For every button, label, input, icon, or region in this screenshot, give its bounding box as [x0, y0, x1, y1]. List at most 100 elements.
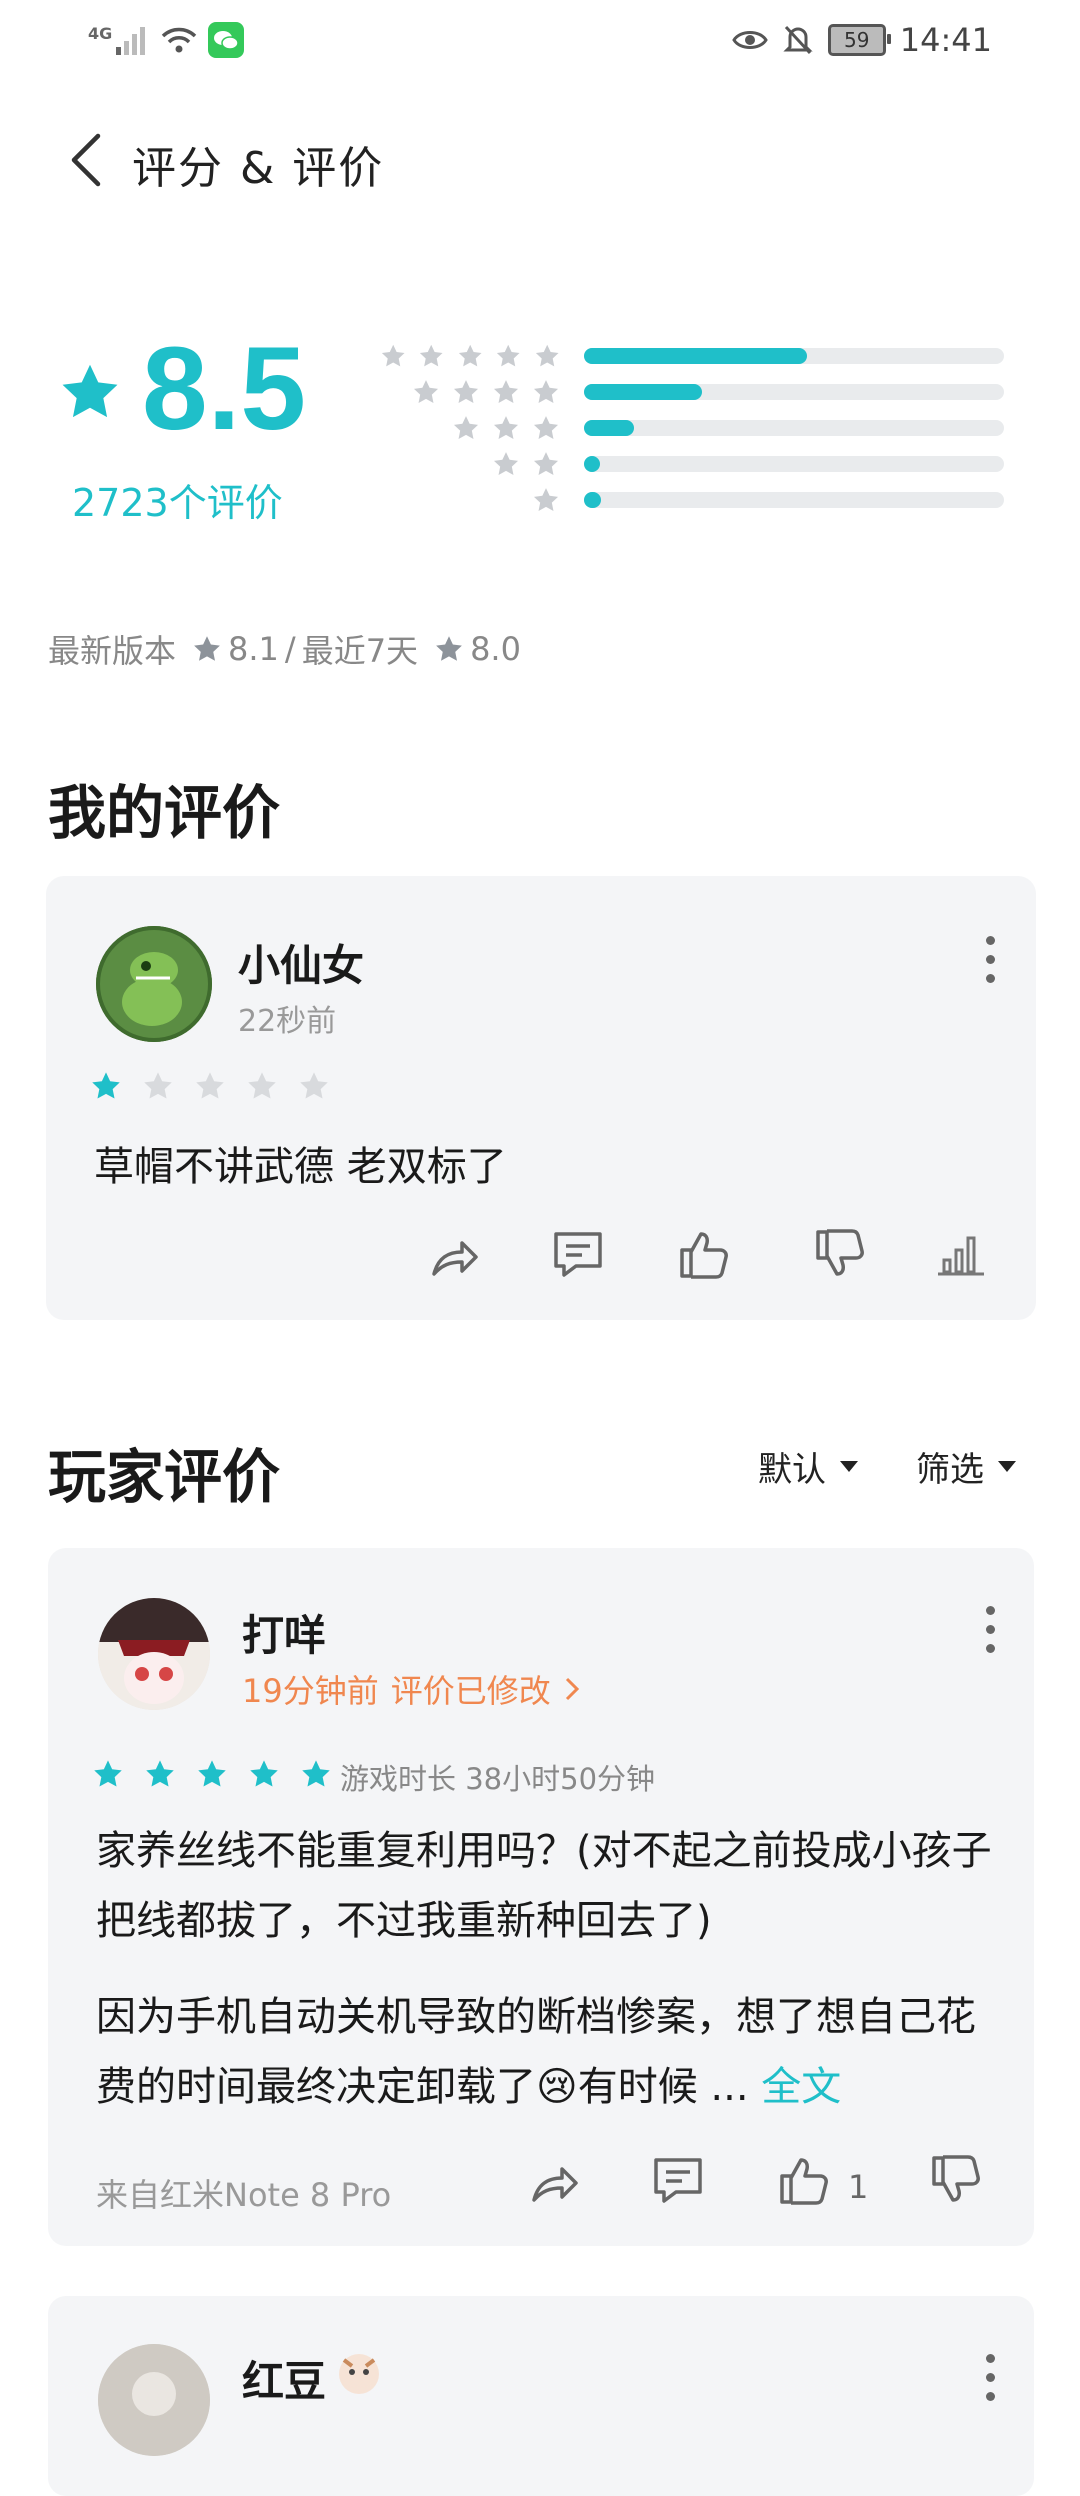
star-icon	[144, 1758, 176, 1790]
status-right: 59 14:41	[732, 18, 992, 62]
sort-dropdown[interactable]: 默认	[758, 1442, 858, 1491]
wechat-icon	[208, 22, 245, 58]
share-icon[interactable]	[526, 2154, 582, 2214]
row-stars	[380, 414, 560, 442]
my-review-card: 小仙女 22秒前 草帽不讲武德 老双标了	[46, 876, 1036, 1320]
thumbs-up-icon[interactable]	[776, 2152, 832, 2212]
status-bar: 4G 59 14:41	[0, 0, 1080, 80]
star-icon	[452, 378, 480, 406]
like-count: 1	[848, 2168, 869, 2206]
my-review-heading: 我的评价	[48, 779, 281, 847]
separator: /	[284, 630, 296, 668]
mute-bell-icon	[783, 25, 813, 55]
distribution-row	[380, 380, 1004, 404]
recent-label: 最近7天	[301, 632, 419, 670]
star-icon	[532, 378, 560, 406]
star-icon	[246, 1070, 278, 1102]
star-icon	[532, 450, 560, 478]
latest-version-label: 最新版本	[48, 632, 177, 670]
edited-label: 评价已修改	[390, 1672, 551, 1710]
playtime: 游戏时长 38小时50分钟	[340, 1762, 656, 1796]
overall-score: 8.5	[142, 323, 307, 455]
review-card: 打咩 19分钟前 评价已修改 游戏时长 38小时50分钟 家养丝线不能重复利用吗…	[48, 1548, 1034, 2246]
star-icon	[412, 378, 440, 406]
distribution-bar-track	[584, 384, 1004, 400]
comment-icon[interactable]	[650, 2152, 706, 2212]
star-icon	[142, 1070, 174, 1102]
star-icon	[90, 1070, 122, 1102]
avatar-image	[98, 2344, 210, 2456]
network-type: 4G	[88, 23, 113, 43]
more-vertical-icon[interactable]	[970, 924, 1010, 994]
avatar[interactable]	[98, 1598, 210, 1710]
star-icon	[495, 342, 521, 370]
reviewer-name: 小仙女	[238, 941, 365, 990]
star-icon	[418, 342, 444, 370]
review-count: 2723个评价	[72, 481, 283, 525]
star-icon	[492, 450, 520, 478]
filter-label: 筛选	[916, 1450, 984, 1490]
distribution-bar-fill	[584, 492, 601, 508]
bar-chart-icon[interactable]	[934, 1226, 990, 1286]
rating-distribution	[380, 344, 1004, 512]
review-paragraph-2: 因为手机自动关机导致的断档惨案，想了想自己花费的时间最终决定卸载了😢有时候 ..…	[96, 1982, 996, 2122]
thumbs-down-icon[interactable]	[928, 2152, 984, 2212]
reviewer-name: 打咩	[242, 1611, 327, 1660]
avatar[interactable]	[96, 926, 212, 1042]
caret-down-icon	[840, 1461, 858, 1472]
distribution-bar-fill	[584, 384, 702, 400]
star-icon	[492, 378, 520, 406]
star-icon	[58, 360, 122, 424]
star-icon	[196, 1758, 228, 1790]
version-ratings: 最新版本 8.1 / 最近7天 8.0	[48, 626, 521, 672]
row-stars	[380, 378, 560, 406]
row-stars	[380, 486, 560, 514]
review-meta[interactable]: 19分钟前 评价已修改	[242, 1666, 581, 1712]
status-left: 4G	[88, 20, 245, 60]
latest-version-score: 8.1	[228, 630, 279, 668]
distribution-bar-fill	[584, 456, 600, 472]
review-card: 红豆	[48, 2296, 1034, 2496]
star-icon	[248, 1758, 280, 1790]
badge-icon	[339, 2354, 379, 2394]
sort-label: 默认	[758, 1450, 826, 1490]
avatar[interactable]	[98, 2344, 210, 2456]
review-time: 19分钟前	[242, 1672, 379, 1710]
star-icon	[434, 634, 464, 664]
star-icon	[452, 414, 480, 442]
comment-icon[interactable]	[550, 1226, 606, 1286]
distribution-bar-track	[584, 456, 1004, 472]
share-icon[interactable]	[426, 1228, 482, 1288]
distribution-bar-track	[584, 492, 1004, 508]
star-icon	[300, 1758, 332, 1790]
distribution-bar-fill	[584, 348, 807, 364]
more-vertical-icon[interactable]	[970, 1594, 1010, 1664]
recent-score: 8.0	[470, 630, 521, 668]
full-text-link[interactable]: 全文	[761, 2064, 841, 2110]
star-icon	[534, 342, 560, 370]
battery-level: 59	[844, 28, 870, 52]
distribution-bar-track	[584, 420, 1004, 436]
thumbs-down-icon[interactable]	[812, 1226, 868, 1286]
review-text: 草帽不讲武德 老双标了	[94, 1144, 507, 1190]
chevron-right-icon	[565, 1677, 579, 1701]
more-vertical-icon[interactable]	[970, 2342, 1010, 2412]
page-title: 评分 & 评价	[132, 143, 385, 194]
eye-icon	[732, 31, 768, 49]
clock: 14:41	[899, 21, 992, 59]
row-stars	[380, 450, 560, 478]
star-icon	[380, 342, 406, 370]
star-icon	[194, 1070, 226, 1102]
star-icon	[298, 1070, 330, 1102]
thumbs-up-icon[interactable]	[676, 1226, 732, 1286]
star-icon	[92, 1758, 124, 1790]
review-paragraph-text: 因为手机自动关机导致的断档惨案，想了想自己花费的时间最终决定卸载了😢有时候 ..…	[96, 1994, 976, 2110]
back-chevron-icon[interactable]	[62, 130, 112, 190]
row-stars	[380, 342, 560, 370]
star-icon	[532, 414, 560, 442]
review-stars	[90, 1070, 330, 1102]
star-icon	[532, 486, 560, 514]
battery-icon: 59	[827, 24, 891, 56]
filter-dropdown[interactable]: 筛选	[916, 1442, 1016, 1491]
device-label: 来自红米Note 8 Pro	[96, 2176, 392, 2214]
